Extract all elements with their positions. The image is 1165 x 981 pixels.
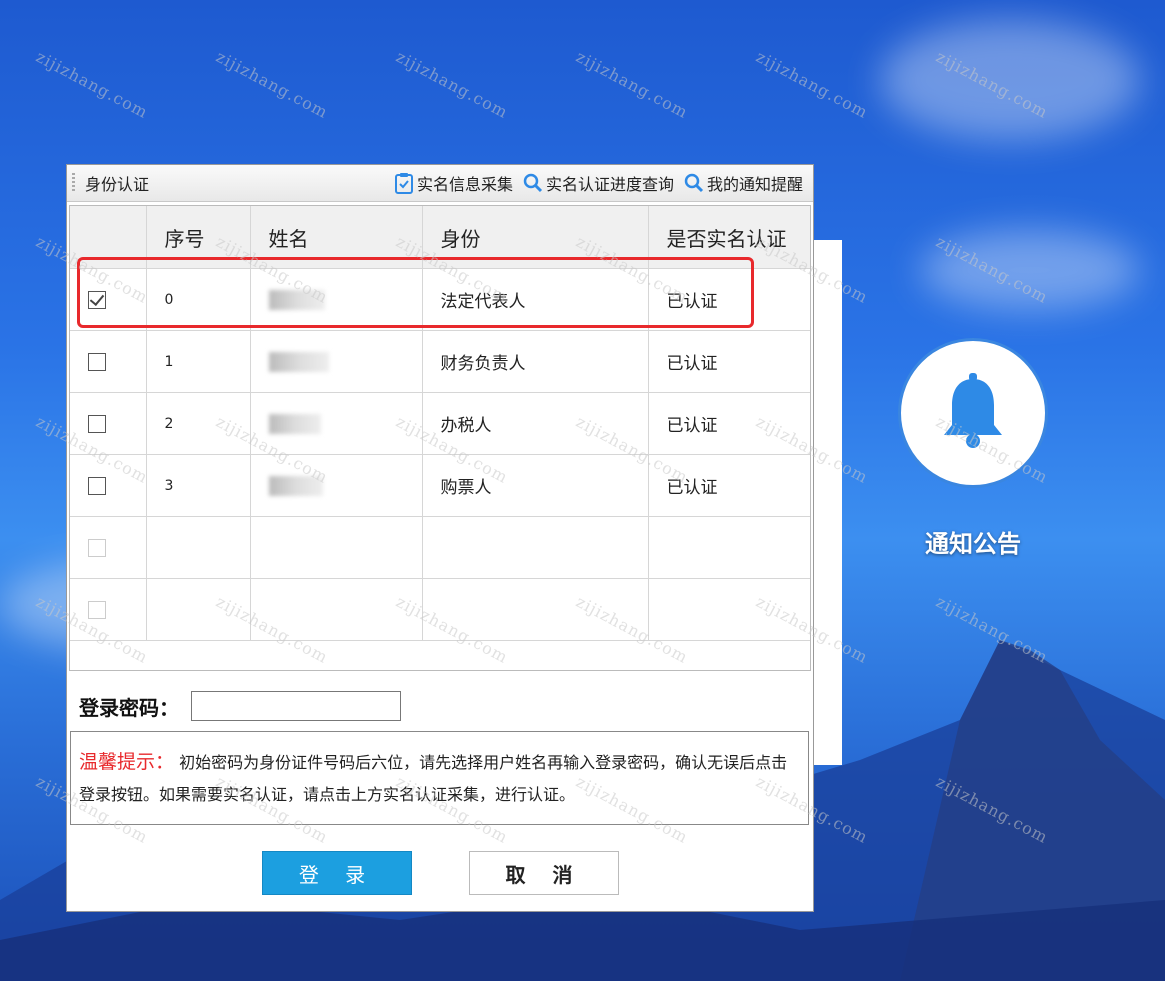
search-icon <box>684 173 704 193</box>
notice-widget[interactable]: 通知公告 <box>895 338 1051 559</box>
bell-icon <box>944 373 1002 448</box>
empty-cell <box>422 516 649 579</box>
table-row[interactable]: 1 财务负责人 已认证 <box>70 330 810 393</box>
row-name-blurred <box>250 454 423 517</box>
tool-label: 实名信息采集 <box>416 175 513 194</box>
login-button[interactable]: 登 录 <box>262 851 412 895</box>
table-row-empty <box>70 516 810 579</box>
tool-label: 我的通知提醒 <box>706 175 803 194</box>
header-auth-status: 是否实名认证 <box>648 206 810 269</box>
tip-label: 温馨提示： <box>79 751 175 773</box>
background-cloud <box>920 230 1140 310</box>
row-role: 法定代表人 <box>422 268 649 331</box>
row-checkbox[interactable] <box>88 352 106 371</box>
user-table: 序号 姓名 身份 是否实名认证 0 法定代表人 已认证 1 财务负责人 已认证 … <box>69 205 811 671</box>
header-checkbox-column <box>70 206 147 269</box>
tool-realname-collect[interactable]: 实名信息采集 <box>394 171 513 195</box>
tip-box: 温馨提示： 初始密码为身份证件号码后六位，请先选择用户姓名再输入登录密码，确认无… <box>70 731 809 825</box>
clipboard-icon <box>394 173 413 194</box>
header-index: 序号 <box>146 206 251 269</box>
blurred-name <box>268 413 321 434</box>
toolbar: 实名信息采集 实名认证进度查询 我的通知提醒 <box>394 165 803 201</box>
row-checkbox[interactable] <box>88 414 106 433</box>
row-role: 办税人 <box>422 392 649 455</box>
empty-cell <box>146 578 251 641</box>
row-checkbox-disabled <box>88 538 106 557</box>
watermark: zijizhang.com <box>212 46 332 123</box>
tool-progress-query[interactable]: 实名认证进度查询 <box>523 171 674 195</box>
row-name-blurred <box>250 392 423 455</box>
row-name-blurred <box>250 268 423 331</box>
empty-cell <box>422 578 649 641</box>
password-row: 登录密码： <box>79 691 401 721</box>
row-checkbox[interactable] <box>88 476 106 495</box>
password-input[interactable] <box>191 691 401 721</box>
blurred-name <box>268 475 323 496</box>
row-role: 财务负责人 <box>422 330 649 393</box>
blurred-name <box>268 289 325 310</box>
empty-cell <box>250 578 423 641</box>
watermark: zijizhang.com <box>752 46 872 123</box>
header-name: 姓名 <box>250 206 423 269</box>
table-header-row: 序号 姓名 身份 是否实名认证 <box>70 206 810 269</box>
row-status: 已认证 <box>648 454 810 517</box>
empty-cell <box>146 516 251 579</box>
empty-cell <box>648 578 810 641</box>
search-icon <box>523 173 543 193</box>
table-row[interactable]: 3 购票人 已认证 <box>70 454 810 517</box>
background-cloud <box>880 20 1140 140</box>
identity-auth-dialog: 身份认证 实名信息采集 实名认证进度查询 我的通知提醒 序号 姓名 身份 是否实… <box>66 164 814 912</box>
watermark: zijizhang.com <box>32 46 152 123</box>
row-checkbox[interactable] <box>88 290 106 309</box>
tip-text: 初始密码为身份证件号码后六位，请先选择用户姓名再输入登录密码，确认无误后点击登录… <box>79 753 788 804</box>
blurred-name <box>268 351 329 372</box>
row-name-blurred <box>250 330 423 393</box>
tool-label: 实名认证进度查询 <box>545 175 674 194</box>
notice-label[interactable]: 通知公告 <box>895 524 1051 559</box>
notice-circle[interactable] <box>898 338 1048 488</box>
row-index: 2 <box>146 392 251 455</box>
empty-cell <box>648 516 810 579</box>
grip-icon <box>72 173 75 193</box>
table-row-empty <box>70 578 810 641</box>
watermark: zijizhang.com <box>392 46 512 123</box>
cancel-button[interactable]: 取 消 <box>469 851 619 895</box>
row-status: 已认证 <box>648 330 810 393</box>
row-status: 已认证 <box>648 268 810 331</box>
dialog-titlebar: 身份认证 实名信息采集 实名认证进度查询 我的通知提醒 <box>67 165 813 202</box>
dialog-title: 身份认证 <box>85 175 150 194</box>
empty-cell <box>250 516 423 579</box>
row-role: 购票人 <box>422 454 649 517</box>
row-index: 0 <box>146 268 251 331</box>
row-checkbox-disabled <box>88 600 106 619</box>
row-index: 3 <box>146 454 251 517</box>
header-role: 身份 <box>422 206 649 269</box>
table-row[interactable]: 0 法定代表人 已认证 <box>70 268 810 331</box>
watermark: zijizhang.com <box>572 46 692 123</box>
row-index: 1 <box>146 330 251 393</box>
table-row[interactable]: 2 办税人 已认证 <box>70 392 810 455</box>
tool-my-notifications[interactable]: 我的通知提醒 <box>684 171 803 195</box>
row-status: 已认证 <box>648 392 810 455</box>
password-label: 登录密码： <box>79 695 179 720</box>
